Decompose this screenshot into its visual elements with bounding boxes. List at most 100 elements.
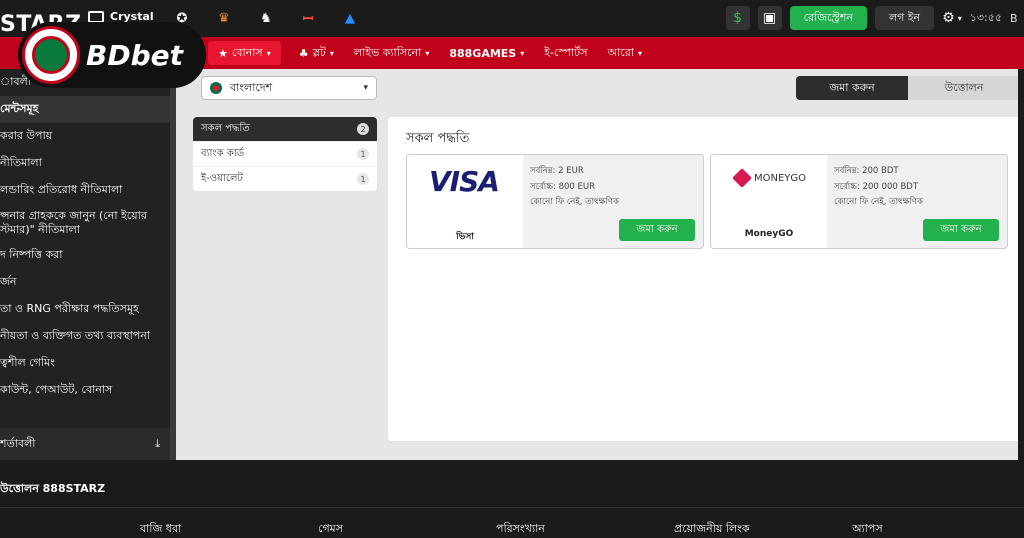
page-scrollbar[interactable] bbox=[1018, 69, 1024, 460]
min-amount: সর্বনিম্ন: 2 EUR bbox=[530, 166, 584, 176]
nav-label: বোনাস bbox=[231, 45, 263, 59]
footer-link-games[interactable]: গেমস bbox=[318, 520, 496, 538]
card-logo-area: VISA ভিসা bbox=[407, 155, 523, 248]
sidebar-item[interactable]: কাউন্ট, পেআউট, বোনাস bbox=[0, 377, 170, 404]
visa-logo: VISA bbox=[429, 165, 500, 198]
sidebar-item-payments[interactable]: মেন্টসমূহ bbox=[0, 96, 170, 123]
moneygo-icon bbox=[732, 168, 752, 188]
premier-league-icon[interactable]: ♞ bbox=[254, 6, 278, 30]
card-limits: সর্বনিম্ন: 200 BDT সর্বোচ্চ: 200 000 BDT… bbox=[834, 164, 923, 211]
sidebar-item[interactable]: তা ও RNG পরীক্ষার পদ্ধতিসমূহ bbox=[0, 296, 170, 323]
sidebar-item[interactable]: ত্বশীল গেমিং bbox=[0, 350, 170, 377]
login-button[interactable]: লগ ইন bbox=[874, 6, 935, 30]
filter-label: ব্যাংক কার্ড bbox=[201, 147, 245, 159]
chevron-down-icon: ▾ bbox=[520, 48, 525, 58]
filter-count: 1 bbox=[357, 173, 369, 185]
europa-league-icon[interactable]: ♛ bbox=[212, 6, 236, 30]
page: STARZ Crystal ✪ ♛ ♞ ꟷ ▲ $ ▣ রেজিস্ট্রেশন… bbox=[0, 0, 1024, 538]
country-select[interactable]: বাংলাদেশ ▾ bbox=[201, 76, 377, 100]
footer-link-statistics[interactable]: পরিসংখ্যান bbox=[496, 520, 674, 538]
top-actions: $ ▣ রেজিস্ট্রেশন লগ ইন ⚙ ▾ ১৩:৫৫ B bbox=[725, 6, 1024, 30]
chevron-down-icon: ▾ bbox=[425, 48, 430, 58]
method-name: ভিসা bbox=[456, 232, 474, 242]
card-logo-area: MONEYGO MoneyGO bbox=[711, 155, 827, 248]
filter-e-wallet[interactable]: ই-ওয়ালেট 1 bbox=[193, 167, 377, 191]
methods-content: সকল পদ্ধতি VISA ভিসা সর্বনিম্ন: 2 EUR সর… bbox=[388, 117, 1024, 441]
cricket-logo-icon bbox=[22, 26, 80, 84]
filter-label: সকল পদ্ধতি bbox=[201, 122, 250, 134]
footer-link-apps[interactable]: অ্যাপস bbox=[852, 520, 1024, 538]
laliga-icon[interactable]: ꟷ bbox=[296, 6, 320, 30]
payment-card-visa[interactable]: VISA ভিসা সর্বনিম্ন: 2 EUR সর্বোচ্চ: 800… bbox=[406, 154, 704, 249]
footer: উত্তোলন 888STARZ বাজি ধরা গেমস পরিসংখ্যা… bbox=[0, 460, 1024, 538]
settings-dropdown[interactable]: ⚙ ▾ bbox=[942, 10, 962, 26]
register-button[interactable]: রেজিস্ট্রেশন bbox=[789, 6, 867, 30]
deposit-tab[interactable]: জমা করুন bbox=[796, 76, 908, 100]
filter-count: 1 bbox=[357, 148, 369, 160]
sidebar-item[interactable]: দ নিষ্পত্তি করা bbox=[0, 242, 170, 269]
deposit-button[interactable]: জমা করুন bbox=[923, 219, 999, 241]
min-amount: সর্বনিম্ন: 200 BDT bbox=[834, 166, 899, 176]
filter-count: 2 bbox=[357, 123, 369, 135]
footer-link-betting[interactable]: বাজি ধরা bbox=[140, 520, 318, 538]
gift-icon[interactable]: ▣ bbox=[757, 6, 782, 30]
nav-label: স্লট bbox=[312, 45, 326, 59]
method-name: MoneyGO bbox=[744, 229, 794, 239]
nav-slots[interactable]: ♣ স্লট ▾ bbox=[289, 37, 344, 69]
diamond-icon bbox=[88, 10, 104, 23]
chevron-down-icon: ▾ bbox=[957, 13, 962, 23]
payment-card-moneygo[interactable]: MONEYGO MoneyGO সর্বনিম্ন: 200 BDT সর্বো… bbox=[710, 154, 1008, 249]
footer-divider bbox=[0, 507, 1024, 508]
sidebar-item[interactable]: নীতিমালা bbox=[0, 150, 170, 177]
method-filter: সকল পদ্ধতি 2 ব্যাংক কার্ড 1 ই-ওয়ালেট 1 bbox=[193, 117, 377, 191]
chevron-down-icon: ▾ bbox=[637, 48, 642, 58]
filter-all-methods[interactable]: সকল পদ্ধতি 2 bbox=[193, 117, 377, 142]
language-selector[interactable]: B bbox=[1010, 12, 1024, 25]
deposit-button[interactable]: জমা করুন bbox=[619, 219, 695, 241]
max-amount: সর্বোচ্চ: 800 EUR bbox=[530, 181, 596, 192]
terms-label: শর্তাবলী bbox=[0, 436, 36, 450]
sidebar-item[interactable]: নীয়তা ও ব্যক্তিগত তথ্য ব্যবস্থাপনা bbox=[0, 323, 170, 350]
section-title: সকল পদ্ধতি bbox=[406, 131, 470, 146]
filter-label: ই-ওয়ালেট bbox=[201, 172, 243, 184]
chevron-down-icon: ▾ bbox=[329, 48, 334, 58]
bangladesh-flag-icon bbox=[210, 82, 222, 94]
nav-label: 888GAMES bbox=[449, 46, 517, 60]
withdraw-tab[interactable]: উত্তোলন bbox=[908, 76, 1020, 100]
deposit-withdraw-toggle: জমা করুন উত্তোলন bbox=[796, 76, 1020, 100]
bdbet-logo: BDbet bbox=[18, 22, 206, 88]
nav-label: ই-স্পোর্টস bbox=[544, 45, 588, 59]
terms-download[interactable]: শর্তাবলী ⤓ bbox=[0, 428, 170, 460]
fee-info: কোনো ফি নেই, তাৎক্ষণিক bbox=[834, 197, 923, 207]
serie-a-icon[interactable]: ▲ bbox=[338, 6, 362, 30]
footer-columns: বাজি ধরা গেমস পরিসংখ্যান প্রয়োজনীয় লিং… bbox=[140, 520, 1024, 538]
footer-link-useful-links[interactable]: প্রয়োজনীয় লিংক bbox=[674, 520, 852, 538]
nav-label: লাইভ ক্যাসিনো bbox=[353, 45, 422, 59]
nav-live-casino[interactable]: লাইভ ক্যাসিনো ▾ bbox=[344, 37, 439, 69]
nav-bonus[interactable]: ★ বোনাস ▾ bbox=[208, 41, 281, 65]
max-amount: সর্বোচ্চ: 200 000 BDT bbox=[834, 181, 919, 192]
moneygo-logo: MONEYGO bbox=[732, 168, 807, 188]
nav-888games[interactable]: 888GAMES ▾ bbox=[439, 37, 534, 69]
country-value: বাংলাদেশ bbox=[230, 80, 273, 94]
sidebar: াবলী মেন্টসমূহ করার উপায় নীতিমালা লন্ডা… bbox=[0, 69, 170, 460]
fee-info: কোনো ফি নেই, তাৎক্ষণিক bbox=[530, 197, 619, 207]
download-icon: ⤓ bbox=[155, 437, 160, 450]
dollar-icon[interactable]: $ bbox=[725, 6, 750, 30]
moneygo-wordmark: MONEYGO bbox=[754, 172, 807, 184]
star-icon: ★ bbox=[218, 46, 228, 60]
sidebar-item[interactable]: করার উপায় bbox=[0, 123, 170, 150]
sidebar-item[interactable]: প্সনার গ্রাহককে জানুন (নো ইয়োর স্টমার)"… bbox=[0, 204, 170, 242]
card-limits: সর্বনিম্ন: 2 EUR সর্বোচ্চ: 800 EUR কোনো … bbox=[530, 164, 619, 211]
nav-label: আরো bbox=[607, 45, 634, 59]
logo-text: BDbet bbox=[86, 38, 184, 72]
payments-panel: বাংলাদেশ ▾ জমা করুন উত্তোলন সকল পদ্ধতি 2… bbox=[176, 69, 1024, 460]
clock: ১৩:৫৫ bbox=[969, 10, 1002, 24]
sidebar-item[interactable]: লন্ডারিং প্রতিরোধ নীতিমালা bbox=[0, 177, 170, 204]
sidebar-item[interactable]: র্জন bbox=[0, 269, 170, 296]
chevron-down-icon: ▾ bbox=[266, 48, 271, 58]
filter-bank-card[interactable]: ব্যাংক কার্ড 1 bbox=[193, 142, 377, 167]
sponsor-logos: ✪ ♛ ♞ ꟷ ▲ bbox=[170, 6, 362, 30]
nav-more[interactable]: আরো ▾ bbox=[597, 37, 652, 69]
nav-esports[interactable]: ই-স্পোর্টস bbox=[534, 37, 597, 69]
